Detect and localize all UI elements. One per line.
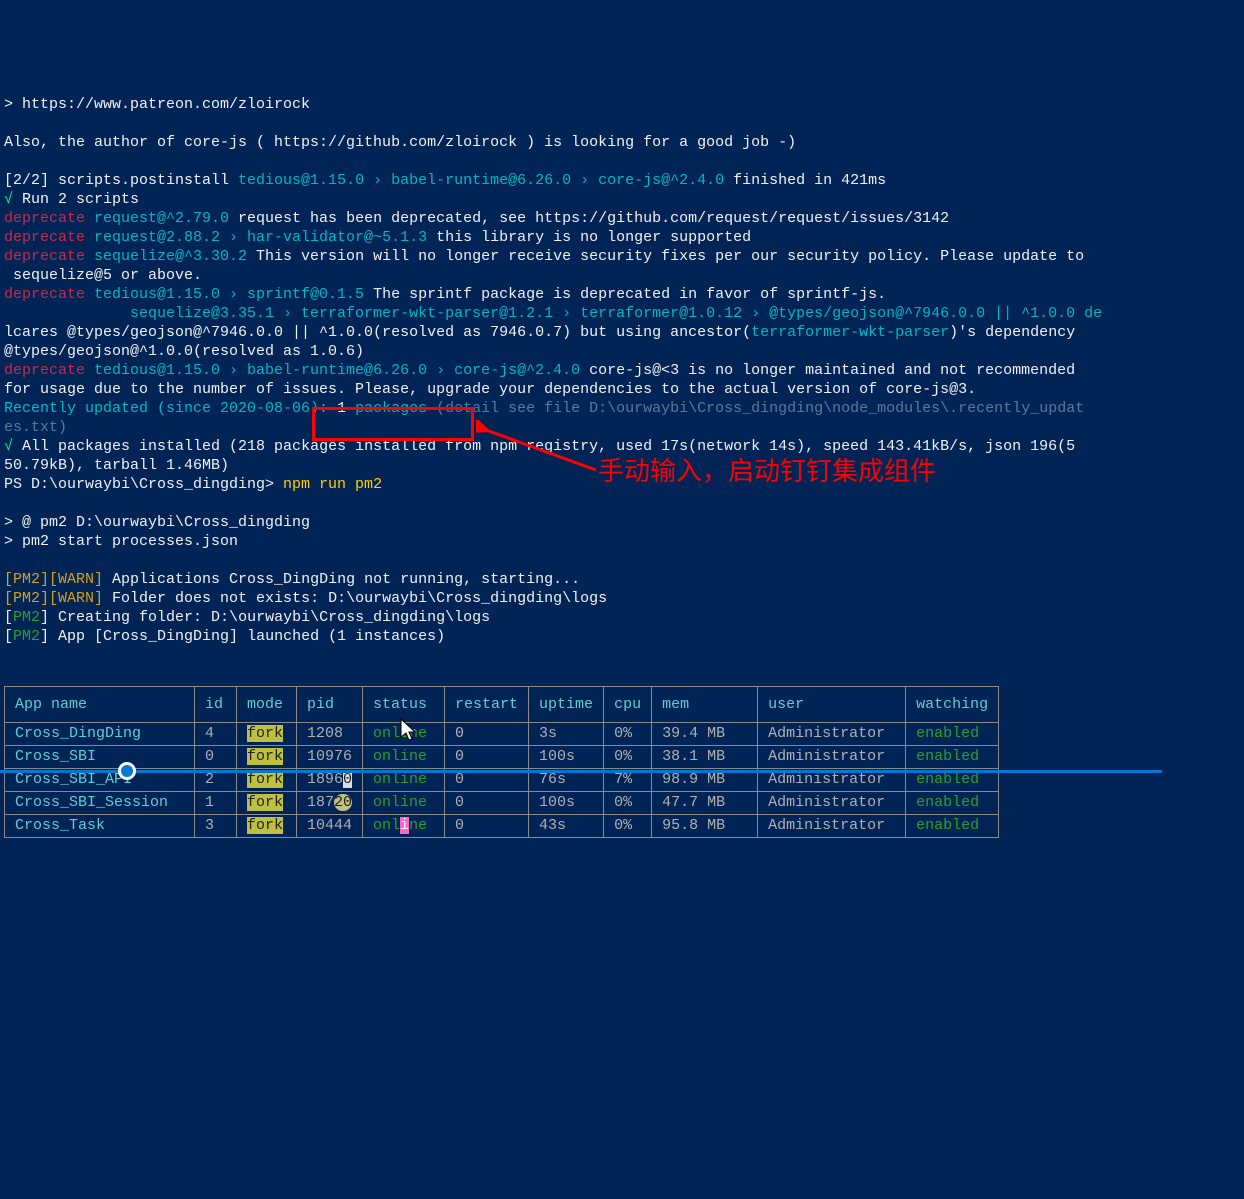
cell-restart: 0 bbox=[445, 723, 529, 746]
pm2-warn: [PM2][WARN] bbox=[4, 590, 103, 607]
col-id: id bbox=[195, 687, 237, 723]
cell-uptime: 3s bbox=[529, 723, 604, 746]
terminal-output: > https://www.patreon.com/zloirock Also,… bbox=[0, 76, 1244, 646]
cell-status: online bbox=[363, 723, 445, 746]
cell-uptime: 43s bbox=[529, 815, 604, 838]
col-uptime: uptime bbox=[529, 687, 604, 723]
deprecate-label: deprecate bbox=[4, 210, 85, 227]
cell-name: Cross_SBI bbox=[5, 746, 195, 769]
line-author: Also, the author of core-js ( https://gi… bbox=[4, 134, 796, 151]
col-mode: mode bbox=[237, 687, 297, 723]
pm2-warn: [PM2][WARN] bbox=[4, 571, 103, 588]
table-body: Cross_DingDing4fork1208online03s0%39.4 M… bbox=[5, 723, 999, 838]
cell-pid: 18720 bbox=[297, 792, 363, 815]
cell-pid: 1208 bbox=[297, 723, 363, 746]
cell-name: Cross_Task bbox=[5, 815, 195, 838]
checkmark-icon: √ bbox=[4, 191, 13, 208]
deprecate-label: deprecate bbox=[4, 286, 85, 303]
command-input[interactable]: npm run pm2 bbox=[274, 476, 382, 493]
cell-mode: fork bbox=[237, 815, 297, 838]
run2: Run 2 scripts bbox=[13, 191, 139, 208]
cell-id: 1 bbox=[195, 792, 237, 815]
cell-status: online bbox=[363, 746, 445, 769]
col-mem: mem bbox=[652, 687, 758, 723]
cell-user: Administrator bbox=[758, 723, 906, 746]
col-user: user bbox=[758, 687, 906, 723]
cell-mem: 39.4 MB bbox=[652, 723, 758, 746]
checkmark-icon: √ bbox=[4, 438, 13, 455]
table-row: Cross_SBI0fork10976online0100s0%38.1 MBA… bbox=[5, 746, 999, 769]
cell-restart: 0 bbox=[445, 746, 529, 769]
pm2-process-table: App nameidmodepidstatusrestartuptimecpum… bbox=[4, 686, 999, 838]
slider-thumb[interactable] bbox=[118, 762, 136, 780]
table-row: Cross_SBI_Session1fork18720online0100s0%… bbox=[5, 792, 999, 815]
cell-uptime: 100s bbox=[529, 792, 604, 815]
cell-user: Administrator bbox=[758, 746, 906, 769]
cell-user: Administrator bbox=[758, 815, 906, 838]
cell-mode: fork bbox=[237, 746, 297, 769]
cell-id: 0 bbox=[195, 746, 237, 769]
col-cpu: cpu bbox=[604, 687, 652, 723]
deprecate-label: deprecate bbox=[4, 248, 85, 265]
cell-cpu: 0% bbox=[604, 746, 652, 769]
cell-uptime: 100s bbox=[529, 746, 604, 769]
cell-restart: 0 bbox=[445, 792, 529, 815]
cell-name: Cross_SBI_Session bbox=[5, 792, 195, 815]
cell-cpu: 0% bbox=[604, 815, 652, 838]
cell-cpu: 0% bbox=[604, 723, 652, 746]
cell-watching: enabled bbox=[906, 723, 999, 746]
annotation-text: 手动输入，启动钉钉集成组件 bbox=[598, 462, 936, 481]
cell-user: Administrator bbox=[758, 792, 906, 815]
ps-prompt: PS D:\ourwaybi\Cross_dingding> bbox=[4, 476, 274, 493]
cell-watching: enabled bbox=[906, 792, 999, 815]
col-restart: restart bbox=[445, 687, 529, 723]
cell-name: Cross_DingDing bbox=[5, 723, 195, 746]
cell-status: online bbox=[363, 815, 445, 838]
pm2-cmd: > pm2 start processes.json bbox=[4, 533, 238, 550]
cell-id: 4 bbox=[195, 723, 237, 746]
col-watching: watching bbox=[906, 687, 999, 723]
cell-mem: 38.1 MB bbox=[652, 746, 758, 769]
cell-cpu: 0% bbox=[604, 792, 652, 815]
cell-status: online bbox=[363, 792, 445, 815]
cell-restart: 0 bbox=[445, 815, 529, 838]
col-status: status bbox=[363, 687, 445, 723]
postinstall-chain: tedious@1.15.0 › babel-runtime@6.26.0 › … bbox=[238, 172, 724, 189]
deprecate-label: deprecate bbox=[4, 229, 85, 246]
postinstall-prefix: [2/2] scripts.postinstall bbox=[4, 172, 238, 189]
cell-pid: 10976 bbox=[297, 746, 363, 769]
cell-mem: 47.7 MB bbox=[652, 792, 758, 815]
cell-id: 3 bbox=[195, 815, 237, 838]
cell-watching: enabled bbox=[906, 815, 999, 838]
cell-pid: 10444 bbox=[297, 815, 363, 838]
line-patreon: > https://www.patreon.com/zloirock bbox=[4, 96, 310, 113]
col-app-name: App name bbox=[5, 687, 195, 723]
cell-mode: fork bbox=[237, 723, 297, 746]
cell-mem: 95.8 MB bbox=[652, 815, 758, 838]
table-header-row: App nameidmodepidstatusrestartuptimecpum… bbox=[5, 687, 999, 723]
cell-watching: enabled bbox=[906, 746, 999, 769]
col-pid: pid bbox=[297, 687, 363, 723]
slider-track[interactable] bbox=[0, 770, 1162, 773]
postinstall-suffix: finished in 421ms bbox=[724, 172, 886, 189]
table-row: Cross_Task3fork10444online043s0%95.8 MBA… bbox=[5, 815, 999, 838]
table-row: Cross_DingDing4fork1208online03s0%39.4 M… bbox=[5, 723, 999, 746]
cell-mode: fork bbox=[237, 792, 297, 815]
deprecate-label: deprecate bbox=[4, 362, 85, 379]
pm2-header: > @ pm2 D:\ourwaybi\Cross_dingding bbox=[4, 514, 310, 531]
